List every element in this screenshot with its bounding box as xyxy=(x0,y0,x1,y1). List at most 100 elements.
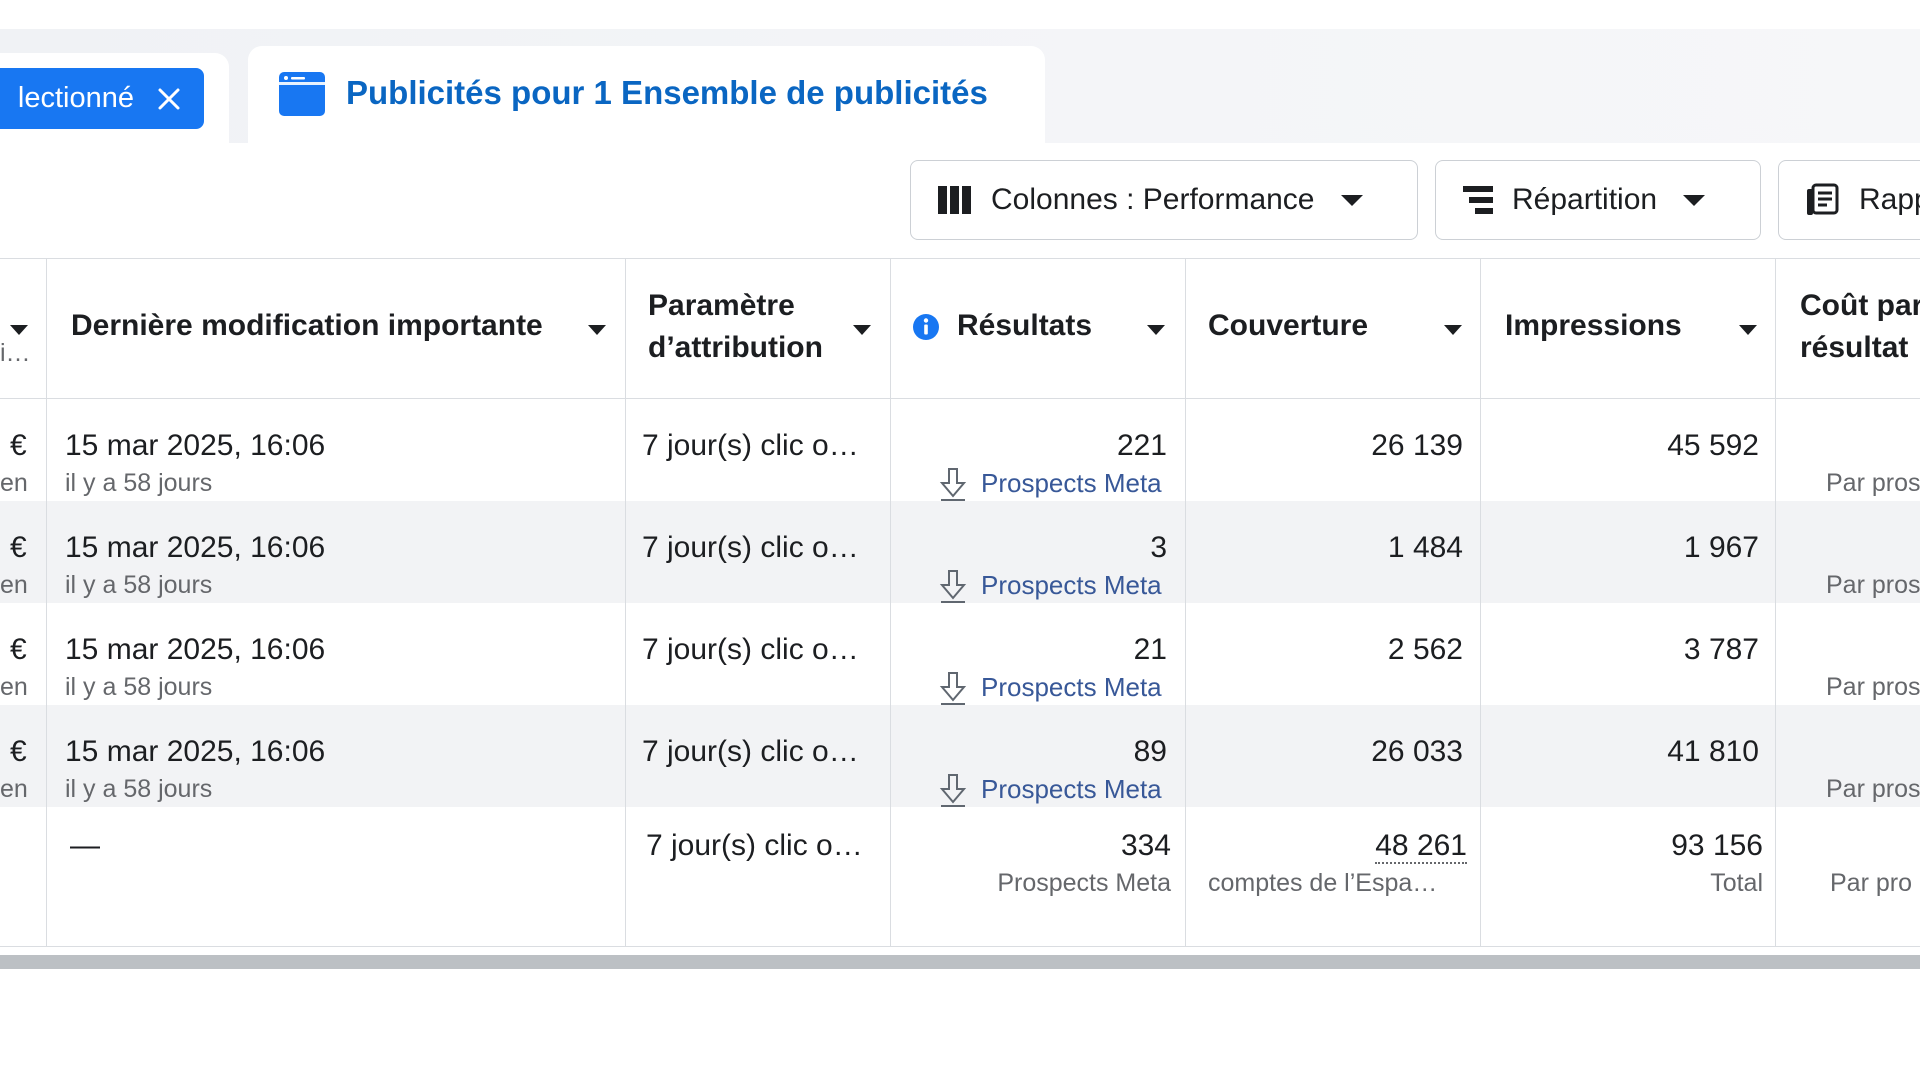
last-change-ago: il y a 58 jours xyxy=(65,469,213,497)
caret-down-icon xyxy=(10,325,28,335)
column-divider xyxy=(1480,258,1481,946)
column-header-cost-line1: Coût par xyxy=(1800,289,1920,322)
impressions-value: 3 787 xyxy=(1683,633,1759,666)
impressions-value: 1 967 xyxy=(1683,531,1759,564)
attribution-setting: 7 jour(s) clic o… xyxy=(642,735,859,768)
attribution-setting: 7 jour(s) clic o… xyxy=(642,633,859,666)
caret-down-icon xyxy=(1147,325,1165,335)
selected-filter-chip[interactable]: lectionné xyxy=(0,68,204,129)
breakdown-icon xyxy=(1462,185,1494,215)
last-change-date: 15 mar 2025, 16:06 xyxy=(65,735,326,768)
reach-value: 1 484 xyxy=(1387,531,1463,564)
result-type-link[interactable]: Prospects Meta xyxy=(981,468,1162,499)
result-type-link[interactable]: Prospects Meta xyxy=(981,774,1162,805)
ads-table: i… Dernière modification importante Para… xyxy=(0,258,1920,948)
total-results: 334 xyxy=(1120,829,1171,862)
caret-down-icon xyxy=(1739,325,1757,335)
last-change-date: 15 mar 2025, 16:06 xyxy=(65,531,326,564)
tab-ads[interactable]: Publicités pour 1 Ensemble de publicités xyxy=(248,46,1045,146)
ad-set-icon xyxy=(278,70,326,123)
result-type-link[interactable]: Prospects Meta xyxy=(981,570,1162,601)
table-row[interactable]: € en 15 mar 2025, 16:06 il y a 58 jours … xyxy=(0,501,1920,603)
cost-per-result-sub: Par pros xyxy=(1826,673,1920,701)
results-value: 221 xyxy=(1116,429,1167,462)
total-impressions-sub: Total xyxy=(1710,869,1763,897)
total-reach-sub: comptes de l’Espa… xyxy=(1208,869,1438,897)
partial-cell-sub: en xyxy=(0,673,28,701)
column-header-partial-sub: i… xyxy=(0,339,31,367)
column-header-reach[interactable]: Couverture xyxy=(1186,259,1480,398)
total-impressions: 93 156 xyxy=(1671,829,1763,862)
column-header-attribution-line1: Paramètre xyxy=(648,289,795,322)
horizontal-scrollbar[interactable] xyxy=(0,955,1920,969)
attribution-setting: 7 jour(s) clic o… xyxy=(642,531,859,564)
reach-value: 26 139 xyxy=(1371,429,1463,462)
partial-cell-sub: en xyxy=(0,571,28,599)
column-divider xyxy=(1775,258,1776,946)
reach-value: 2 562 xyxy=(1387,633,1463,666)
column-header-results-label: Résultats xyxy=(957,309,1093,342)
partial-cell: € xyxy=(10,735,27,768)
total-reach[interactable]: 48 261 xyxy=(1186,829,1467,864)
partial-cell-sub: en xyxy=(0,469,28,497)
last-change-date: 15 mar 2025, 16:06 xyxy=(65,633,326,666)
table-header-row: i… Dernière modification importante Para… xyxy=(0,258,1920,399)
page-title: Publicités pour 1 Ensemble de publicités xyxy=(346,74,988,111)
column-header-impressions-label: Impressions xyxy=(1505,309,1682,342)
column-header-cost-per-result[interactable]: Coût par résultat xyxy=(1776,259,1920,398)
column-header-results[interactable]: Résultats xyxy=(891,259,1185,398)
info-icon[interactable] xyxy=(912,313,940,349)
total-reach-value: 48 261 xyxy=(1375,829,1467,864)
table-row[interactable]: € en 15 mar 2025, 16:06 il y a 58 jours … xyxy=(0,705,1920,807)
column-divider xyxy=(1185,258,1186,946)
cost-per-result-sub: Par pros xyxy=(1826,571,1920,599)
table-row[interactable]: € en 15 mar 2025, 16:06 il y a 58 jours … xyxy=(0,603,1920,705)
caret-down-icon xyxy=(1340,194,1363,206)
impressions-value: 45 592 xyxy=(1667,429,1759,462)
partial-cell: € xyxy=(10,429,27,462)
column-header-attribution[interactable]: Paramètre d’attribution xyxy=(626,259,890,398)
column-header-last-change-label: Dernière modification importante xyxy=(71,309,543,342)
reports-icon xyxy=(1805,183,1841,217)
column-divider xyxy=(625,258,626,946)
breakdown-button[interactable]: Répartition xyxy=(1435,160,1761,240)
reach-value: 26 033 xyxy=(1371,735,1463,768)
breakdown-label: Répartition xyxy=(1512,183,1658,216)
columns-label: Colonnes : Performance xyxy=(991,183,1315,216)
column-header-last-change[interactable]: Dernière modification importante xyxy=(47,259,625,398)
column-header-partial[interactable]: i… xyxy=(0,259,46,398)
table-row[interactable]: € en 15 mar 2025, 16:06 il y a 58 jours … xyxy=(0,399,1920,501)
total-cost-sub: Par pro xyxy=(1830,869,1912,897)
last-change-ago: il y a 58 jours xyxy=(65,673,213,701)
partial-cell-sub: en xyxy=(0,775,28,803)
reports-label: Rapp xyxy=(1859,183,1920,216)
reports-button[interactable]: Rapp xyxy=(1778,160,1920,240)
column-header-reach-label: Couverture xyxy=(1208,309,1369,342)
column-header-impressions[interactable]: Impressions xyxy=(1481,259,1775,398)
partial-cell: € xyxy=(10,531,27,564)
columns-icon xyxy=(937,185,973,215)
impressions-value: 41 810 xyxy=(1667,735,1759,768)
close-icon[interactable] xyxy=(146,76,192,122)
last-change-ago: il y a 58 jours xyxy=(65,775,213,803)
selected-filter-label: lectionné xyxy=(17,82,134,114)
results-value: 21 xyxy=(1133,633,1167,666)
columns-button[interactable]: Colonnes : Performance xyxy=(910,160,1418,240)
caret-down-icon xyxy=(1683,194,1706,206)
caret-down-icon xyxy=(1444,325,1462,335)
result-type-link[interactable]: Prospects Meta xyxy=(981,672,1162,703)
attribution-setting: 7 jour(s) clic o… xyxy=(642,429,859,462)
column-divider xyxy=(890,258,891,946)
caret-down-icon xyxy=(853,325,871,335)
table-total-row: — 7 jour(s) clic o… 334 Prospects Meta 4… xyxy=(0,807,1920,947)
total-last-change: — xyxy=(70,829,100,862)
results-value: 89 xyxy=(1133,735,1167,768)
total-result-type: Prospects Meta xyxy=(997,869,1171,897)
total-attribution: 7 jour(s) clic o… xyxy=(646,829,863,862)
column-header-attribution-line2: d’attribution xyxy=(648,331,823,364)
last-change-date: 15 mar 2025, 16:06 xyxy=(65,429,326,462)
column-header-cost-line2: résultat xyxy=(1800,331,1909,364)
last-change-ago: il y a 58 jours xyxy=(65,571,213,599)
column-divider xyxy=(46,258,47,946)
cost-per-result-sub: Par pros xyxy=(1826,775,1920,803)
